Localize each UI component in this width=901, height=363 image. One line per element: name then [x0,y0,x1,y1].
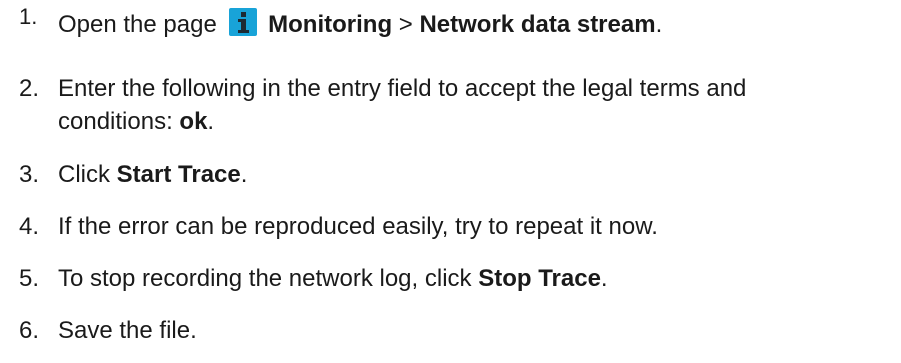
step-number: 2. [19,75,40,102]
step-text: If the error can be reproduced easily, t… [58,213,658,240]
step-text: Save the file. [58,317,197,344]
step-number: 5. [19,265,40,292]
step-text-line-1: Enter the following in the entry field t… [58,75,747,102]
info-icon [229,8,258,36]
step-text: Click Start Trace. [58,161,248,188]
instruction-steps: 1. Open the page Monitoring > Network da… [0,0,901,363]
step-text: Open the page Monitoring > Network data … [58,8,898,41]
step-number: 6. [19,317,40,344]
step-text-line-2: conditions: ok. [58,108,215,135]
step-number: 1. [19,4,38,29]
step-text: To stop recording the network log, click… [58,265,608,292]
step-number: 4. [19,213,40,240]
step-number: 3. [19,161,40,188]
